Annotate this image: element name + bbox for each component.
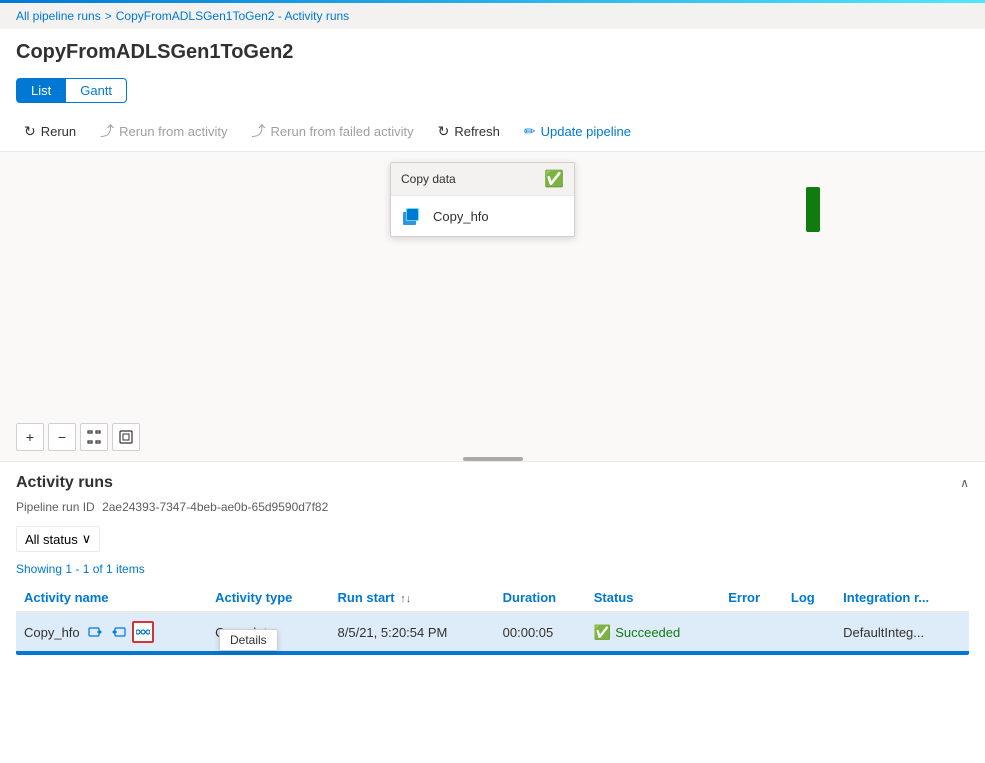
zoom-out-button[interactable]: − — [48, 423, 76, 451]
activity-item-label: Copy_hfo — [433, 209, 489, 224]
col-duration: Duration — [495, 584, 586, 612]
table-row[interactable]: Copy_hfo — [16, 612, 969, 652]
rerun-from-activity-icon: ⤴ — [100, 121, 114, 141]
canvas-toolbar: + − — [16, 423, 140, 451]
status-text: Succeeded — [615, 625, 680, 640]
top-bar: All pipeline runs > CopyFromADLSGen1ToGe… — [0, 0, 985, 152]
collapse-icon[interactable]: ∧ — [960, 476, 969, 490]
refresh-label: Refresh — [454, 124, 500, 139]
view-toggle: List Gantt — [0, 72, 985, 111]
scroll-indicator — [463, 457, 523, 461]
details-icon[interactable] — [132, 621, 154, 643]
activity-popup-item[interactable]: Copy_hfo — [391, 196, 574, 236]
col-status: Status — [586, 584, 720, 612]
refresh-button[interactable]: ↻ Refresh — [430, 119, 508, 144]
pipeline-run-id-value: 2ae24393-7347-4beb-ae0b-65d9590d7f82 — [102, 500, 328, 514]
cell-activity-name: Copy_hfo — [16, 612, 207, 652]
pipeline-run-label: Pipeline run ID — [16, 500, 95, 514]
col-activity-name: Activity name — [16, 584, 207, 612]
pipeline-run-id-row: Pipeline run ID 2ae24393-7347-4beb-ae0b-… — [0, 500, 985, 522]
col-activity-type: Activity type — [207, 584, 329, 612]
canvas-area[interactable]: Copy data ✅ Copy_hfo + − — [0, 152, 985, 462]
list-view-button[interactable]: List — [16, 78, 66, 103]
toolbar: ↻ Rerun ⤴ Rerun from activity ⤴ Rerun fr… — [0, 111, 985, 152]
row-progress-bar — [16, 651, 969, 655]
rerun-from-failed-button[interactable]: ⤴ Rerun from failed activity — [244, 117, 422, 145]
fit-to-screen-button[interactable] — [80, 423, 108, 451]
showing-count: Showing 1 - 1 of 1 items — [0, 560, 985, 584]
input-icon[interactable] — [84, 621, 106, 643]
col-error: Error — [720, 584, 783, 612]
rerun-from-failed-label: Rerun from failed activity — [271, 124, 414, 139]
update-pipeline-button[interactable]: ✏ Update pipeline — [516, 119, 639, 144]
section-title: Activity runs — [16, 474, 113, 492]
success-check-icon: ✅ — [594, 624, 611, 641]
rerun-from-activity-button[interactable]: ⤴ Rerun from activity — [92, 117, 235, 145]
page-title: CopyFromADLSGen1ToGen2 — [0, 29, 985, 72]
table-container: Activity name Activity type Run start ↑↓… — [0, 584, 985, 655]
activity-success-icon: ✅ — [544, 169, 564, 189]
breadcrumb-current: CopyFromADLSGen1ToGen2 - Activity runs — [116, 9, 349, 23]
gantt-view-button[interactable]: Gantt — [66, 78, 127, 103]
rerun-from-activity-label: Rerun from activity — [119, 124, 227, 139]
cell-log — [783, 612, 835, 652]
cell-run-start: 8/5/21, 5:20:54 PM — [330, 612, 495, 652]
rerun-button[interactable]: ↻ Rerun — [16, 119, 84, 144]
col-integration-runtime: Integration r... — [835, 584, 969, 612]
section-header: Activity runs ∧ — [0, 462, 985, 500]
col-log: Log — [783, 584, 835, 612]
activity-popup-header: Copy data ✅ — [391, 163, 574, 196]
cell-error — [720, 612, 783, 652]
rerun-from-failed-icon: ⤴ — [252, 121, 266, 141]
update-pipeline-label: Update pipeline — [541, 124, 631, 139]
run-start-sort-icon: ↑↓ — [400, 593, 411, 605]
activity-popup: Copy data ✅ Copy_hfo — [390, 162, 575, 237]
status-filter-button[interactable]: All status ∨ — [16, 526, 100, 552]
action-icons — [84, 621, 154, 643]
cell-duration: 00:00:05 — [495, 612, 586, 652]
output-icon[interactable] — [108, 621, 130, 643]
details-tooltip: Details — [219, 629, 278, 651]
green-status-bar — [806, 187, 820, 232]
expand-button[interactable] — [112, 423, 140, 451]
refresh-icon: ↻ — [438, 123, 450, 140]
cell-integration-runtime: DefaultInteg... — [835, 612, 969, 652]
col-run-start: Run start ↑↓ — [330, 584, 495, 612]
pencil-icon: ✏ — [524, 123, 536, 140]
filter-bar: All status ∨ — [0, 522, 985, 560]
rerun-label: Rerun — [41, 124, 76, 139]
filter-chevron-icon: ∨ — [82, 531, 92, 547]
copy-data-icon — [401, 204, 425, 228]
table-header-row: Activity name Activity type Run start ↑↓… — [16, 584, 969, 612]
breadcrumb: All pipeline runs > CopyFromADLSGen1ToGe… — [0, 3, 985, 29]
activity-popup-title: Copy data — [401, 172, 456, 186]
breadcrumb-separator: > — [105, 9, 112, 23]
filter-label: All status — [25, 532, 78, 547]
rerun-icon: ↻ — [24, 123, 36, 140]
activity-runs-section: Activity runs ∧ Pipeline run ID 2ae24393… — [0, 462, 985, 655]
activity-name-text: Copy_hfo — [24, 625, 80, 640]
breadcrumb-link[interactable]: All pipeline runs — [16, 9, 101, 23]
activity-runs-table: Activity name Activity type Run start ↑↓… — [16, 584, 969, 652]
status-success: ✅ Succeeded — [594, 624, 712, 641]
cell-status: ✅ Succeeded — [586, 612, 720, 652]
zoom-in-button[interactable]: + — [16, 423, 44, 451]
